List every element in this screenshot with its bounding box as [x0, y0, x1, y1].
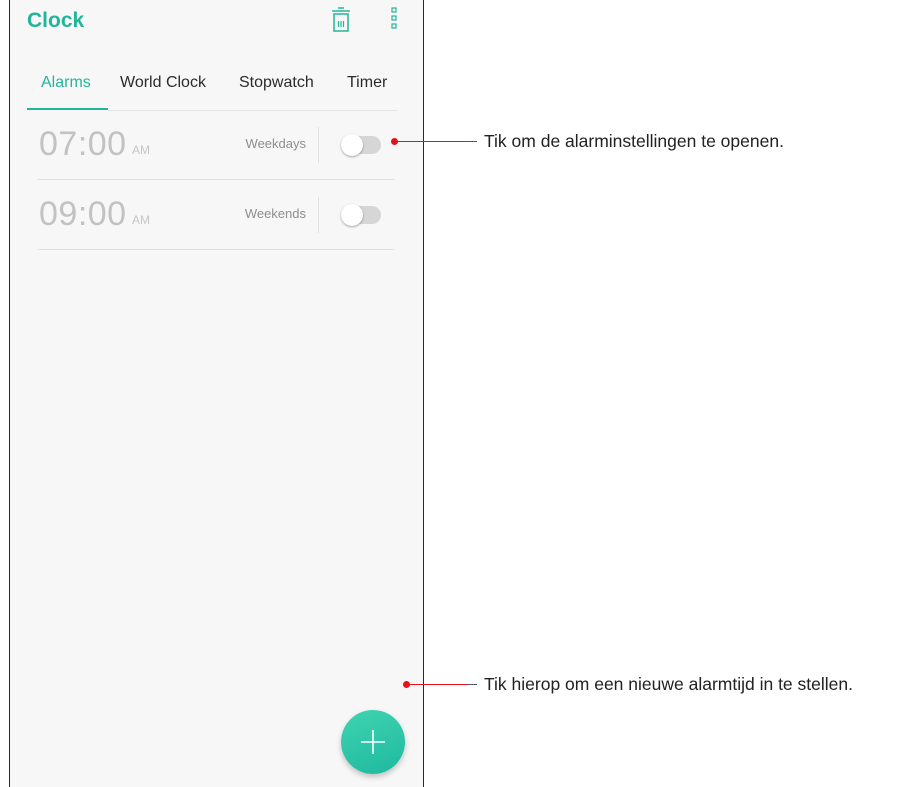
callout-add-alarm: Tik hierop om een nieuwe alarmtijd in te… [484, 674, 853, 694]
more-vertical-icon[interactable] [388, 6, 400, 32]
tab-timer[interactable]: Timer [347, 74, 387, 92]
alarm-item[interactable]: 09:00 AM Weekends [38, 181, 394, 250]
alarm-toggle[interactable] [341, 204, 381, 226]
phone-screen: Clock Alarms World Clock Stopwatch Timer… [9, 0, 424, 787]
alarm-ampm: AM [132, 213, 150, 227]
callout-alarm-settings: Tik om de alarminstellingen te openen. [484, 131, 784, 151]
trash-icon[interactable] [330, 4, 352, 34]
alarm-ampm: AM [132, 143, 150, 157]
row-divider [318, 127, 319, 163]
callout-line [409, 684, 467, 685]
toggle-knob [341, 204, 363, 226]
callout-line [467, 141, 477, 142]
alarm-time: 07:00 [39, 125, 127, 163]
toggle-knob [341, 134, 363, 156]
alarm-repeat-label: Weekdays [245, 136, 306, 151]
tab-bar: Alarms World Clock Stopwatch Timer [27, 64, 397, 110]
add-alarm-button[interactable] [341, 710, 405, 774]
active-tab-indicator [27, 108, 108, 110]
alarm-item[interactable]: 07:00 AM Weekdays [38, 111, 394, 180]
tab-world-clock[interactable]: World Clock [120, 74, 206, 92]
alarm-toggle[interactable] [341, 134, 381, 156]
alarm-time: 09:00 [39, 195, 127, 233]
plus-icon [361, 730, 385, 754]
alarm-repeat-label: Weekends [244, 206, 306, 221]
callout-line [397, 141, 467, 142]
row-divider [318, 197, 319, 233]
tab-alarms[interactable]: Alarms [41, 74, 91, 92]
tab-stopwatch[interactable]: Stopwatch [239, 74, 314, 92]
callout-line [467, 684, 477, 685]
app-title: Clock [27, 9, 85, 32]
